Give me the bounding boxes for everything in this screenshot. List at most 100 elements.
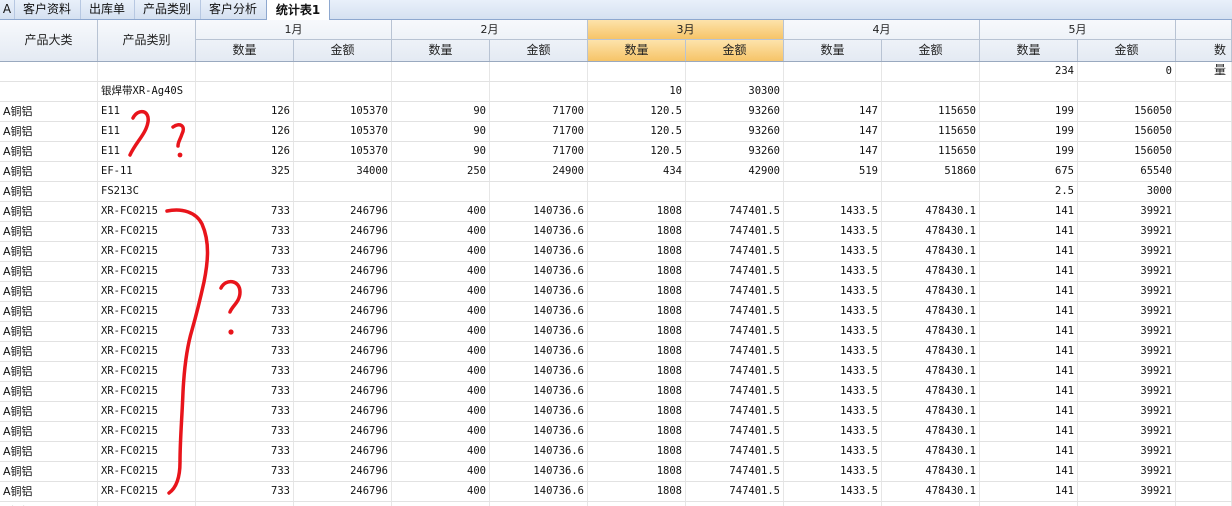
cell-qty-5[interactable]: 141 [980,382,1078,401]
cell-amount-1[interactable]: 246796 [294,202,392,221]
cell-amount-1[interactable]: 246796 [294,442,392,461]
cell-qty-5[interactable]: 141 [980,282,1078,301]
cell-amount-2[interactable] [490,62,588,81]
header-month-6[interactable] [1176,20,1232,40]
header-amount-3[interactable]: 金额 [686,40,784,61]
cell-big-category[interactable]: A铜铝 [0,462,98,481]
cell-qty-1[interactable] [196,502,294,506]
header-qty-5[interactable]: 数量 [980,40,1078,61]
cell-qty-2[interactable]: 400 [392,482,490,501]
cell-qty-4[interactable]: 1433.5 [784,442,882,461]
cell-amount-4[interactable]: 478430.1 [882,222,980,241]
cell-amount-5[interactable]: 39921 [1078,322,1176,341]
cell-amount-3[interactable] [686,502,784,506]
cell-qty-4[interactable]: 1433.5 [784,302,882,321]
header-month-2[interactable]: 2月 [392,20,588,40]
cell-qty-6[interactable] [1176,462,1232,481]
cell-big-category[interactable]: A铜铝 [0,442,98,461]
cell-amount-2[interactable]: 140736.6 [490,262,588,281]
header-qty-1[interactable]: 数量 [196,40,294,61]
cell-qty-3[interactable]: 1808 [588,242,686,261]
header-qty-2[interactable]: 数量 [392,40,490,61]
cell-amount-5[interactable]: 0 [1078,62,1176,81]
cell-amount-5[interactable]: 39921 [1078,222,1176,241]
cell-qty-2[interactable] [392,82,490,101]
table-row[interactable]: A铜铝 E11 126 105370 90 71700 120.5 93260 147 11565… [0,142,1232,162]
cell-amount-3[interactable]: 747401.5 [686,442,784,461]
header-month-4[interactable]: 4月 [784,20,980,40]
cell-big-category[interactable]: A铜铝 [0,342,98,361]
cell-qty-5[interactable]: 199 [980,142,1078,161]
cell-big-category[interactable]: A铜铝 [0,262,98,281]
cell-amount-1[interactable]: 105370 [294,142,392,161]
cell-category[interactable]: XR-FC0215 [98,462,196,481]
table-row[interactable]: A铜铝 XR-FC0215 733 246796 400 140736.6 1808 7474… [0,242,1232,262]
cell-qty-2[interactable]: 400 [392,422,490,441]
cell-qty-1[interactable]: 325 [196,162,294,181]
cell-amount-4[interactable]: 478430.1 [882,382,980,401]
cell-qty-3[interactable] [588,182,686,201]
cell-big-category[interactable]: A铜铝 [0,202,98,221]
cell-qty-1[interactable]: 733 [196,482,294,501]
cell-category[interactable]: XR-FC0215 [98,202,196,221]
cell-qty-3[interactable]: 1808 [588,342,686,361]
cell-amount-3[interactable]: 747401.5 [686,242,784,261]
cell-qty-2[interactable]: 90 [392,102,490,121]
cell-qty-4[interactable]: 1433.5 [784,482,882,501]
cell-category[interactable]: EF-11 [98,162,196,181]
cell-qty-2[interactable] [392,182,490,201]
cell-qty-3[interactable]: 1808 [588,462,686,481]
cell-qty-5[interactable]: 141 [980,202,1078,221]
cell-qty-6[interactable] [1176,222,1232,241]
cell-category[interactable] [98,62,196,81]
header-month-1[interactable]: 1月 [196,20,392,40]
cell-qty-5[interactable]: 141 [980,222,1078,241]
cell-amount-4[interactable]: 478430.1 [882,202,980,221]
cell-qty-2[interactable]: 400 [392,242,490,261]
cell-big-category[interactable] [0,62,98,81]
cell-amount-5[interactable]: 156050 [1078,102,1176,121]
table-row[interactable]: A铜铝 XR-FC0215 733 246796 400 140736.6 1808 7474… [0,302,1232,322]
cell-amount-5[interactable]: 39921 [1078,282,1176,301]
cell-big-category[interactable]: A铜铝 [0,502,98,506]
cell-amount-4[interactable]: 478430.1 [882,242,980,261]
cell-qty-3[interactable]: 120.5 [588,122,686,141]
cell-amount-4[interactable]: 115650 [882,102,980,121]
cell-qty-3[interactable]: 1808 [588,442,686,461]
cell-qty-1[interactable]: 126 [196,142,294,161]
cell-amount-3[interactable]: 747401.5 [686,462,784,481]
cell-amount-2[interactable]: 140736.6 [490,242,588,261]
cell-amount-5[interactable]: 39921 [1078,242,1176,261]
cell-amount-4[interactable]: 478430.1 [882,482,980,501]
cell-qty-3[interactable]: 10 [588,82,686,101]
cell-qty-6[interactable] [1176,302,1232,321]
cell-qty-6[interactable] [1176,422,1232,441]
cell-qty-3[interactable]: 1808 [588,422,686,441]
cell-amount-3[interactable]: 30300 [686,82,784,101]
cell-amount-4[interactable]: 51860 [882,162,980,181]
cell-category[interactable] [98,502,196,506]
cell-amount-3[interactable]: 747401.5 [686,362,784,381]
cell-big-category[interactable]: A铜铝 [0,382,98,401]
cell-qty-5[interactable]: 141 [980,482,1078,501]
cell-qty-1[interactable] [196,62,294,81]
sheet-tab-2[interactable]: 出库单 [80,0,135,19]
cell-qty-4[interactable] [784,182,882,201]
cell-big-category[interactable]: A铜铝 [0,282,98,301]
cell-qty-3[interactable]: 120.5 [588,102,686,121]
cell-amount-4[interactable] [882,502,980,506]
cell-qty-4[interactable]: 1433.5 [784,202,882,221]
cell-qty-5[interactable]: 141 [980,402,1078,421]
cell-qty-2[interactable]: 400 [392,362,490,381]
table-row[interactable]: A铜铝 XR-FC0215 733 246796 400 140736.6 1808 7474… [0,462,1232,482]
cell-big-category[interactable]: A铜铝 [0,102,98,121]
cell-qty-4[interactable]: 1433.5 [784,422,882,441]
table-row[interactable]: A铜铝 XR-FC0215 733 246796 400 140736.6 1808 7474… [0,222,1232,242]
header-amount-4[interactable]: 金额 [882,40,980,61]
cell-amount-1[interactable]: 246796 [294,302,392,321]
cell-amount-2[interactable]: 140736.6 [490,442,588,461]
cell-qty-4[interactable]: 1433.5 [784,382,882,401]
cell-amount-1[interactable] [294,502,392,506]
cell-qty-6[interactable] [1176,102,1232,121]
cell-qty-5[interactable]: 199 [980,122,1078,141]
